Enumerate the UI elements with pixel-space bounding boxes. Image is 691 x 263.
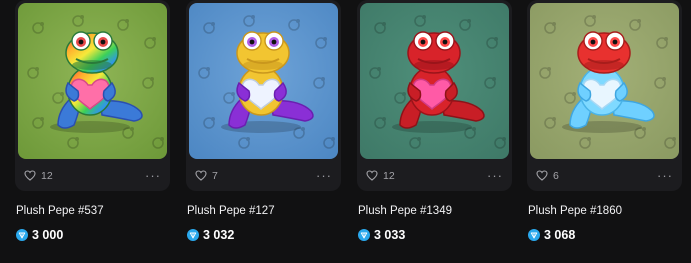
like-button[interactable]: 7 xyxy=(195,170,218,182)
gift-image[interactable] xyxy=(360,3,509,159)
like-count: 12 xyxy=(383,169,395,182)
gift-price: 3 033 xyxy=(358,228,405,242)
more-dots-icon: ··· xyxy=(145,167,161,183)
heart-icon xyxy=(195,170,207,181)
like-button[interactable]: 12 xyxy=(366,170,395,182)
heart-icon xyxy=(24,170,36,181)
more-dots-icon: ··· xyxy=(487,167,503,183)
gift-tile[interactable]: 7 ··· xyxy=(186,0,341,191)
gift-image[interactable] xyxy=(530,3,679,159)
gift-name[interactable]: Plush Pepe #1349 xyxy=(358,205,452,217)
more-options-button[interactable]: ··· xyxy=(487,167,503,183)
gift-name[interactable]: Plush Pepe #537 xyxy=(16,205,104,217)
like-count: 12 xyxy=(41,169,53,182)
price-value: 3 032 xyxy=(203,228,235,242)
gift-card[interactable]: 12 ··· Plush Pepe #1349 3 033 xyxy=(357,0,528,263)
gift-meta-bar: 12 ··· xyxy=(15,160,170,191)
price-value: 3 033 xyxy=(374,228,406,242)
gift-tile[interactable]: 6 ··· xyxy=(527,0,682,191)
gift-meta-bar: 6 ··· xyxy=(527,160,682,191)
heart-icon xyxy=(366,170,378,181)
like-count: 6 xyxy=(553,169,559,182)
more-options-button[interactable]: ··· xyxy=(145,167,161,183)
gift-image[interactable] xyxy=(189,3,338,159)
plush-pepe-art xyxy=(189,3,338,159)
plush-pepe-art xyxy=(530,3,679,159)
more-dots-icon: ··· xyxy=(657,167,673,183)
gift-card[interactable]: 12 ··· Plush Pepe #537 3 000 xyxy=(15,0,186,263)
gift-image[interactable] xyxy=(18,3,167,159)
gift-tile[interactable]: 12 ··· xyxy=(357,0,512,191)
ton-diamond-icon xyxy=(528,229,540,241)
plush-pepe-art xyxy=(18,3,167,159)
ton-diamond-icon xyxy=(358,229,370,241)
gift-price: 3 068 xyxy=(528,228,575,242)
gift-meta-bar: 7 ··· xyxy=(186,160,341,191)
ton-diamond-icon xyxy=(187,229,199,241)
heart-icon xyxy=(536,170,548,181)
gift-price: 3 032 xyxy=(187,228,234,242)
price-value: 3 068 xyxy=(544,228,576,242)
gift-card[interactable]: 6 ··· Plush Pepe #1860 3 068 xyxy=(527,0,691,263)
gift-tile[interactable]: 12 ··· xyxy=(15,0,170,191)
plush-pepe-art xyxy=(360,3,509,159)
like-button[interactable]: 6 xyxy=(536,170,559,182)
price-value: 3 000 xyxy=(32,228,64,242)
ton-diamond-icon xyxy=(16,229,28,241)
gift-name[interactable]: Plush Pepe #127 xyxy=(187,205,275,217)
gift-meta-bar: 12 ··· xyxy=(357,160,512,191)
gift-grid: 12 ··· Plush Pepe #537 3 000 7 ··· Plush… xyxy=(0,0,691,263)
like-count: 7 xyxy=(212,169,218,182)
more-options-button[interactable]: ··· xyxy=(316,167,332,183)
gift-card[interactable]: 7 ··· Plush Pepe #127 3 032 xyxy=(186,0,357,263)
like-button[interactable]: 12 xyxy=(24,170,53,182)
more-options-button[interactable]: ··· xyxy=(657,167,673,183)
gift-name[interactable]: Plush Pepe #1860 xyxy=(528,205,622,217)
more-dots-icon: ··· xyxy=(316,167,332,183)
gift-price: 3 000 xyxy=(16,228,63,242)
